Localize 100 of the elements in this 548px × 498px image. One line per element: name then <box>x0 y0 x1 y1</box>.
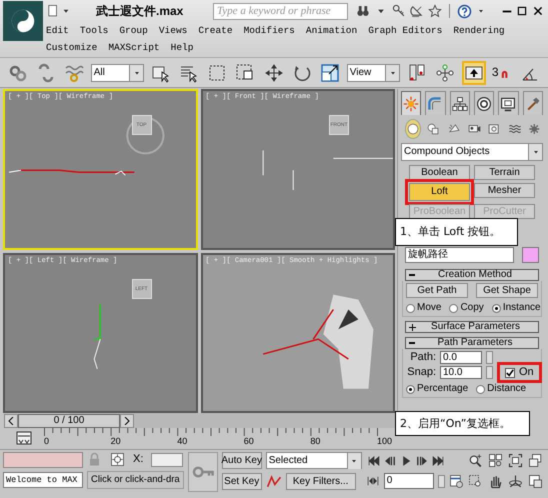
radio-label[interactable]: Instance <box>502 302 541 314</box>
category-button[interactable] <box>405 119 422 139</box>
coord-label: X: <box>133 452 144 466</box>
callout-note: 2、启用“On”复选框。 <box>395 411 530 436</box>
next-frame-button[interactable] <box>120 414 134 428</box>
tick-label: 60 <box>244 436 254 447</box>
toolbar-button[interactable] <box>462 60 486 84</box>
time-slider-thumb[interactable]: 0 / 100 <box>18 414 120 428</box>
move-icon <box>264 62 284 82</box>
panel-tab[interactable] <box>498 91 519 115</box>
zoom-extents-all-icon <box>528 453 544 468</box>
auto-key-button[interactable]: Auto Key <box>222 452 262 469</box>
key-mode-icon <box>366 474 380 488</box>
panel-tab[interactable] <box>474 91 494 115</box>
tick-label: 80 <box>310 436 320 447</box>
toolbar-button[interactable]: 3 <box>490 60 514 84</box>
listener-field[interactable] <box>3 452 83 468</box>
track-bar[interactable]: 0 20 40 60 80 100 <box>44 428 394 449</box>
object-type-button[interactable]: Terrain <box>474 165 535 180</box>
menu-item[interactable]: Group <box>119 24 148 36</box>
radio-button[interactable] <box>406 384 415 394</box>
app-logo[interactable] <box>3 1 43 41</box>
radio-button[interactable] <box>406 304 415 312</box>
gear-icon <box>528 122 542 136</box>
star-icon <box>428 4 442 18</box>
number-field[interactable]: 10.0 <box>440 366 482 380</box>
help-icon <box>457 4 472 18</box>
lock-icon <box>87 452 102 467</box>
radio-button[interactable] <box>476 384 486 394</box>
radio-label[interactable]: Distance <box>487 383 526 396</box>
crosshair-icon <box>110 452 125 467</box>
radio-label[interactable]: Percentage <box>417 383 468 396</box>
menu-item[interactable]: Modifiers <box>244 24 295 36</box>
go-start-icon <box>366 454 381 468</box>
sphere-icon <box>406 122 420 136</box>
search-field[interactable]: Type a keyword or phrase <box>213 2 348 20</box>
panel-tab[interactable] <box>450 91 470 115</box>
curve-editor-icon[interactable] <box>16 431 32 446</box>
pick-button[interactable]: Get Path <box>406 283 468 298</box>
curve-icon <box>266 474 282 490</box>
pan-icon <box>488 474 504 489</box>
spinner[interactable] <box>486 351 493 364</box>
menu-item[interactable]: Graph Editors <box>368 24 442 36</box>
key-filters-button[interactable]: Key Filters... <box>286 473 356 490</box>
color-swatch[interactable] <box>522 247 539 263</box>
radio-button[interactable] <box>449 304 458 312</box>
helper-icon <box>487 122 502 136</box>
menu-item[interactable]: Tools <box>80 24 108 36</box>
previous-frame-button[interactable] <box>4 414 18 428</box>
doc-icon <box>46 4 60 18</box>
zoom-icon <box>468 453 484 468</box>
set-key-button[interactable]: Set Key <box>222 473 262 490</box>
dashed-rect-icon <box>207 62 228 82</box>
dropdown[interactable]: View <box>346 64 400 82</box>
key-icon <box>392 4 406 18</box>
object-type-button[interactable]: Boolean <box>409 165 470 180</box>
menu-item[interactable]: Customize <box>46 42 98 54</box>
menu-item[interactable]: Edit <box>46 24 69 36</box>
dashed-cube-icon <box>235 62 256 82</box>
category-dropdown[interactable]: Compound Objects <box>401 143 543 161</box>
radio-label[interactable]: Copy <box>460 302 484 314</box>
key-mode-dropdown[interactable]: Selected <box>266 452 362 469</box>
frame-field[interactable]: 0 <box>384 473 434 489</box>
spinner[interactable] <box>486 366 493 380</box>
spinner[interactable] <box>438 474 445 488</box>
maximize-icon <box>516 5 528 17</box>
field-label: Path: <box>409 351 436 364</box>
waves-icon <box>508 122 522 136</box>
satellite-icon <box>410 4 424 18</box>
menu-item[interactable]: MAXScript <box>108 42 160 54</box>
max-toggle-icon <box>528 474 544 489</box>
number-field[interactable]: 0.0 <box>440 351 482 364</box>
hierarchy-icon <box>452 96 468 112</box>
tick-label: 100 <box>377 436 392 447</box>
zoom-all-icon <box>488 453 504 468</box>
scale-icon <box>320 62 340 82</box>
radio-button[interactable] <box>492 304 501 312</box>
menu-item[interactable]: Animation <box>306 24 358 36</box>
disc-icon <box>476 96 492 112</box>
on-checkbox[interactable]: On <box>501 366 538 380</box>
dropdown[interactable]: All <box>90 64 144 82</box>
orbit-icon <box>508 474 524 489</box>
tick-label: 20 <box>110 436 121 447</box>
arc-icon <box>427 96 444 112</box>
menu-item[interactable]: Views <box>158 24 188 36</box>
x-coordinate-field[interactable] <box>151 452 184 466</box>
time-config-icon <box>448 474 464 488</box>
menu-item[interactable]: Create <box>198 24 233 36</box>
minimize-icon[interactable] <box>502 10 512 12</box>
binoculars-icon <box>356 4 370 18</box>
object-type-button[interactable]: Mesher <box>474 183 535 198</box>
tick-label: 40 <box>177 436 188 447</box>
name-field[interactable]: 旋帆路径 <box>405 247 514 263</box>
tick-label: 0 <box>44 436 50 447</box>
menu-item[interactable]: Rendering <box>453 24 505 36</box>
pick-button[interactable]: Get Shape <box>476 283 538 298</box>
menu-item[interactable]: Help <box>170 42 194 54</box>
radio-label[interactable]: Move <box>417 302 442 314</box>
window-title: 武士遐文件.max <box>96 4 184 18</box>
plus-icon[interactable] <box>409 324 416 330</box>
